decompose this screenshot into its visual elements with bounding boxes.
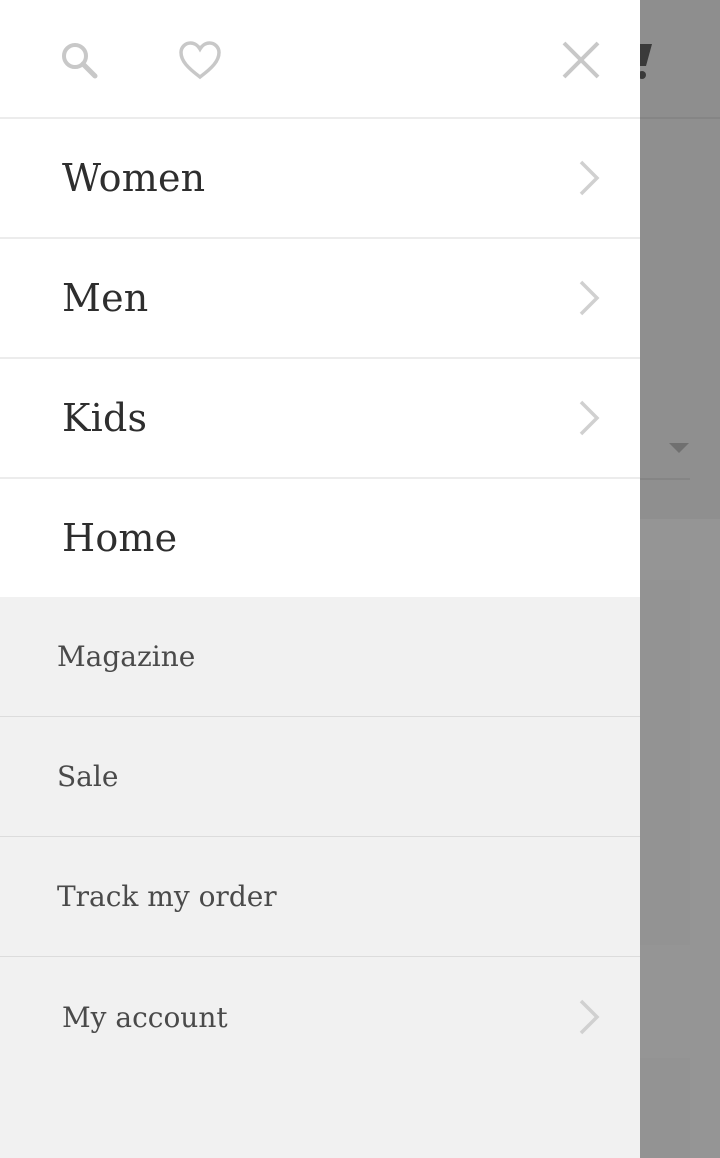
menu-item-label: Magazine	[57, 640, 196, 673]
menu-item-magazine[interactable]: Magazine	[0, 597, 640, 717]
menu-item-women[interactable]: Women	[0, 119, 640, 239]
chevron-right-icon	[576, 278, 602, 318]
dropdown-icon	[669, 443, 689, 453]
menu-item-my-account[interactable]: My account	[0, 957, 640, 1077]
drawer-header	[0, 0, 640, 119]
wishlist-button[interactable]	[178, 38, 222, 82]
menu-item-label: Kids	[62, 396, 148, 440]
menu-item-sale[interactable]: Sale	[0, 717, 640, 837]
menu-item-label: My account	[62, 1000, 228, 1034]
background-product-card	[640, 580, 690, 945]
background-product-card	[640, 1058, 690, 1158]
search-icon	[62, 43, 98, 79]
menu-item-track-order[interactable]: Track my order	[0, 837, 640, 957]
secondary-menu: Magazine Sale Track my order My account	[0, 597, 640, 1077]
menu-item-men[interactable]: Men	[0, 239, 640, 359]
primary-menu: Women Men Kids Home	[0, 119, 640, 597]
close-icon	[562, 41, 600, 79]
menu-item-kids[interactable]: Kids	[0, 359, 640, 479]
menu-item-label: Home	[62, 516, 178, 560]
menu-item-home[interactable]: Home	[0, 479, 640, 597]
navigation-drawer: Women Men Kids Home Magazine Sale Track …	[0, 0, 640, 1158]
menu-item-label: Women	[62, 156, 206, 200]
chevron-right-icon	[576, 997, 602, 1037]
close-button[interactable]	[559, 38, 603, 82]
heart-icon	[179, 41, 221, 80]
chevron-right-icon	[576, 398, 602, 438]
chevron-right-icon	[576, 158, 602, 198]
menu-item-label: Sale	[57, 760, 119, 793]
menu-item-label: Track my order	[57, 880, 277, 913]
background-divider	[640, 478, 690, 480]
search-button[interactable]	[57, 38, 101, 82]
menu-item-label: Men	[62, 276, 149, 320]
